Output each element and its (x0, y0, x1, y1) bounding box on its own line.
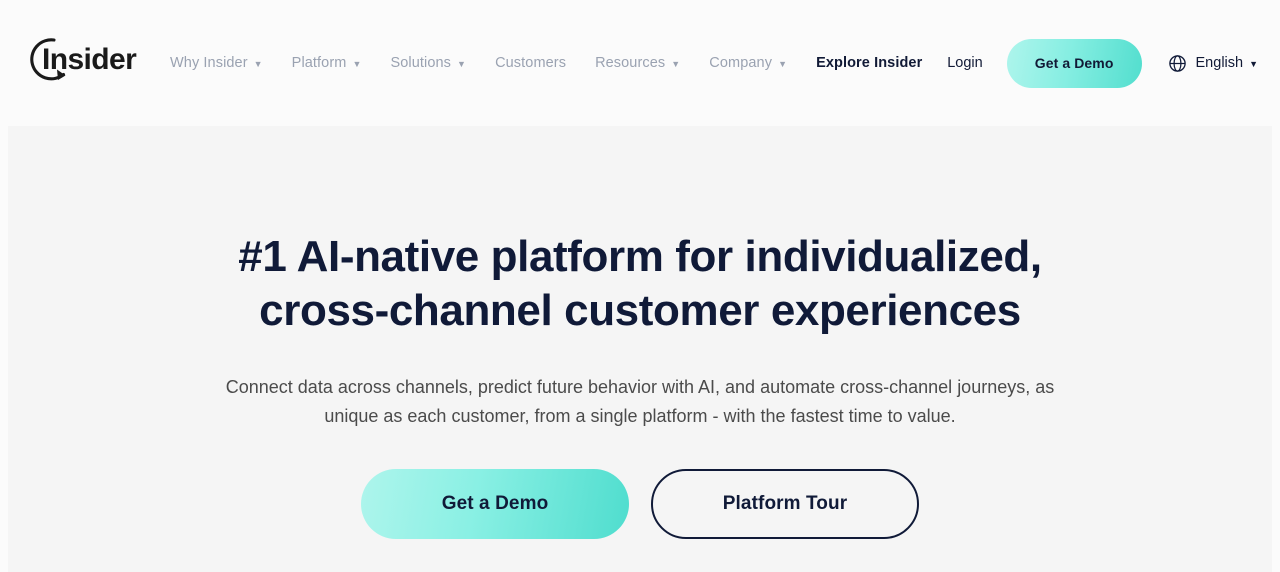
primary-nav: Why Insider ▼ Platform ▼ Solutions ▼ Cus… (170, 0, 922, 126)
header-actions: Login Get a Demo English ▼ (947, 0, 1258, 126)
nav-item-why-insider[interactable]: Why Insider ▼ (170, 55, 263, 71)
nav-item-customers[interactable]: Customers (495, 55, 566, 71)
nav-item-company[interactable]: Company ▼ (709, 55, 787, 71)
nav-label: Why Insider (170, 55, 248, 71)
nav-item-explore-insider[interactable]: Explore Insider (816, 55, 922, 71)
circular-arrow-icon: Insider (30, 38, 138, 81)
insider-logo[interactable]: Insider (18, 30, 138, 88)
page-title: #1 AI-native platform for individualized… (190, 230, 1090, 338)
page-root: Insider Why Insider ▼ Platform ▼ Solutio… (0, 0, 1280, 572)
chevron-down-icon: ▼ (1249, 59, 1258, 69)
chevron-down-icon: ▼ (352, 58, 362, 69)
nav-label: Company (709, 55, 773, 71)
hero-section: #1 AI-native platform for individualized… (0, 126, 1280, 572)
nav-item-solutions[interactable]: Solutions ▼ (390, 55, 466, 71)
globe-icon (1168, 54, 1186, 72)
hero-subtitle-line-1: Connect data across channels, predict fu… (225, 377, 953, 397)
header-get-a-demo-button[interactable]: Get a Demo (1006, 38, 1142, 88)
nav-item-resources[interactable]: Resources ▼ (595, 55, 680, 71)
chevron-down-icon: ▼ (253, 58, 263, 69)
svg-text:Insider: Insider (42, 43, 137, 76)
hero-title-line-2: cross-channel customer experiences (259, 286, 1021, 335)
nav-item-platform[interactable]: Platform ▼ (292, 55, 362, 71)
hero-get-a-demo-button[interactable]: Get a Demo (361, 469, 629, 539)
hero-title-line-1: #1 AI-native platform for individualized… (238, 232, 1042, 281)
language-label-wrap: English ▼ (1196, 55, 1258, 71)
nav-label: Resources (595, 55, 666, 71)
language-selector[interactable]: English ▼ (1168, 54, 1258, 73)
chevron-down-icon: ▼ (671, 58, 681, 69)
chevron-down-icon: ▼ (778, 58, 788, 69)
nav-label: Platform (291, 55, 347, 71)
hero-platform-tour-button[interactable]: Platform Tour (651, 469, 919, 539)
chevron-down-icon: ▼ (457, 58, 467, 69)
hero-cta-group: Get a Demo Platform Tour (361, 469, 919, 539)
nav-label: Solutions (390, 55, 452, 71)
page-edge-gutter-left (0, 126, 8, 572)
nav-label: Explore Insider (816, 55, 923, 71)
login-link[interactable]: Login (947, 55, 982, 71)
hero-subtitle: Connect data across channels, predict fu… (200, 373, 1080, 431)
nav-label: Customers (495, 55, 567, 71)
language-label: English (1195, 55, 1244, 71)
page-edge-gutter-right (1272, 126, 1280, 572)
site-header: Insider Why Insider ▼ Platform ▼ Solutio… (0, 0, 1280, 126)
